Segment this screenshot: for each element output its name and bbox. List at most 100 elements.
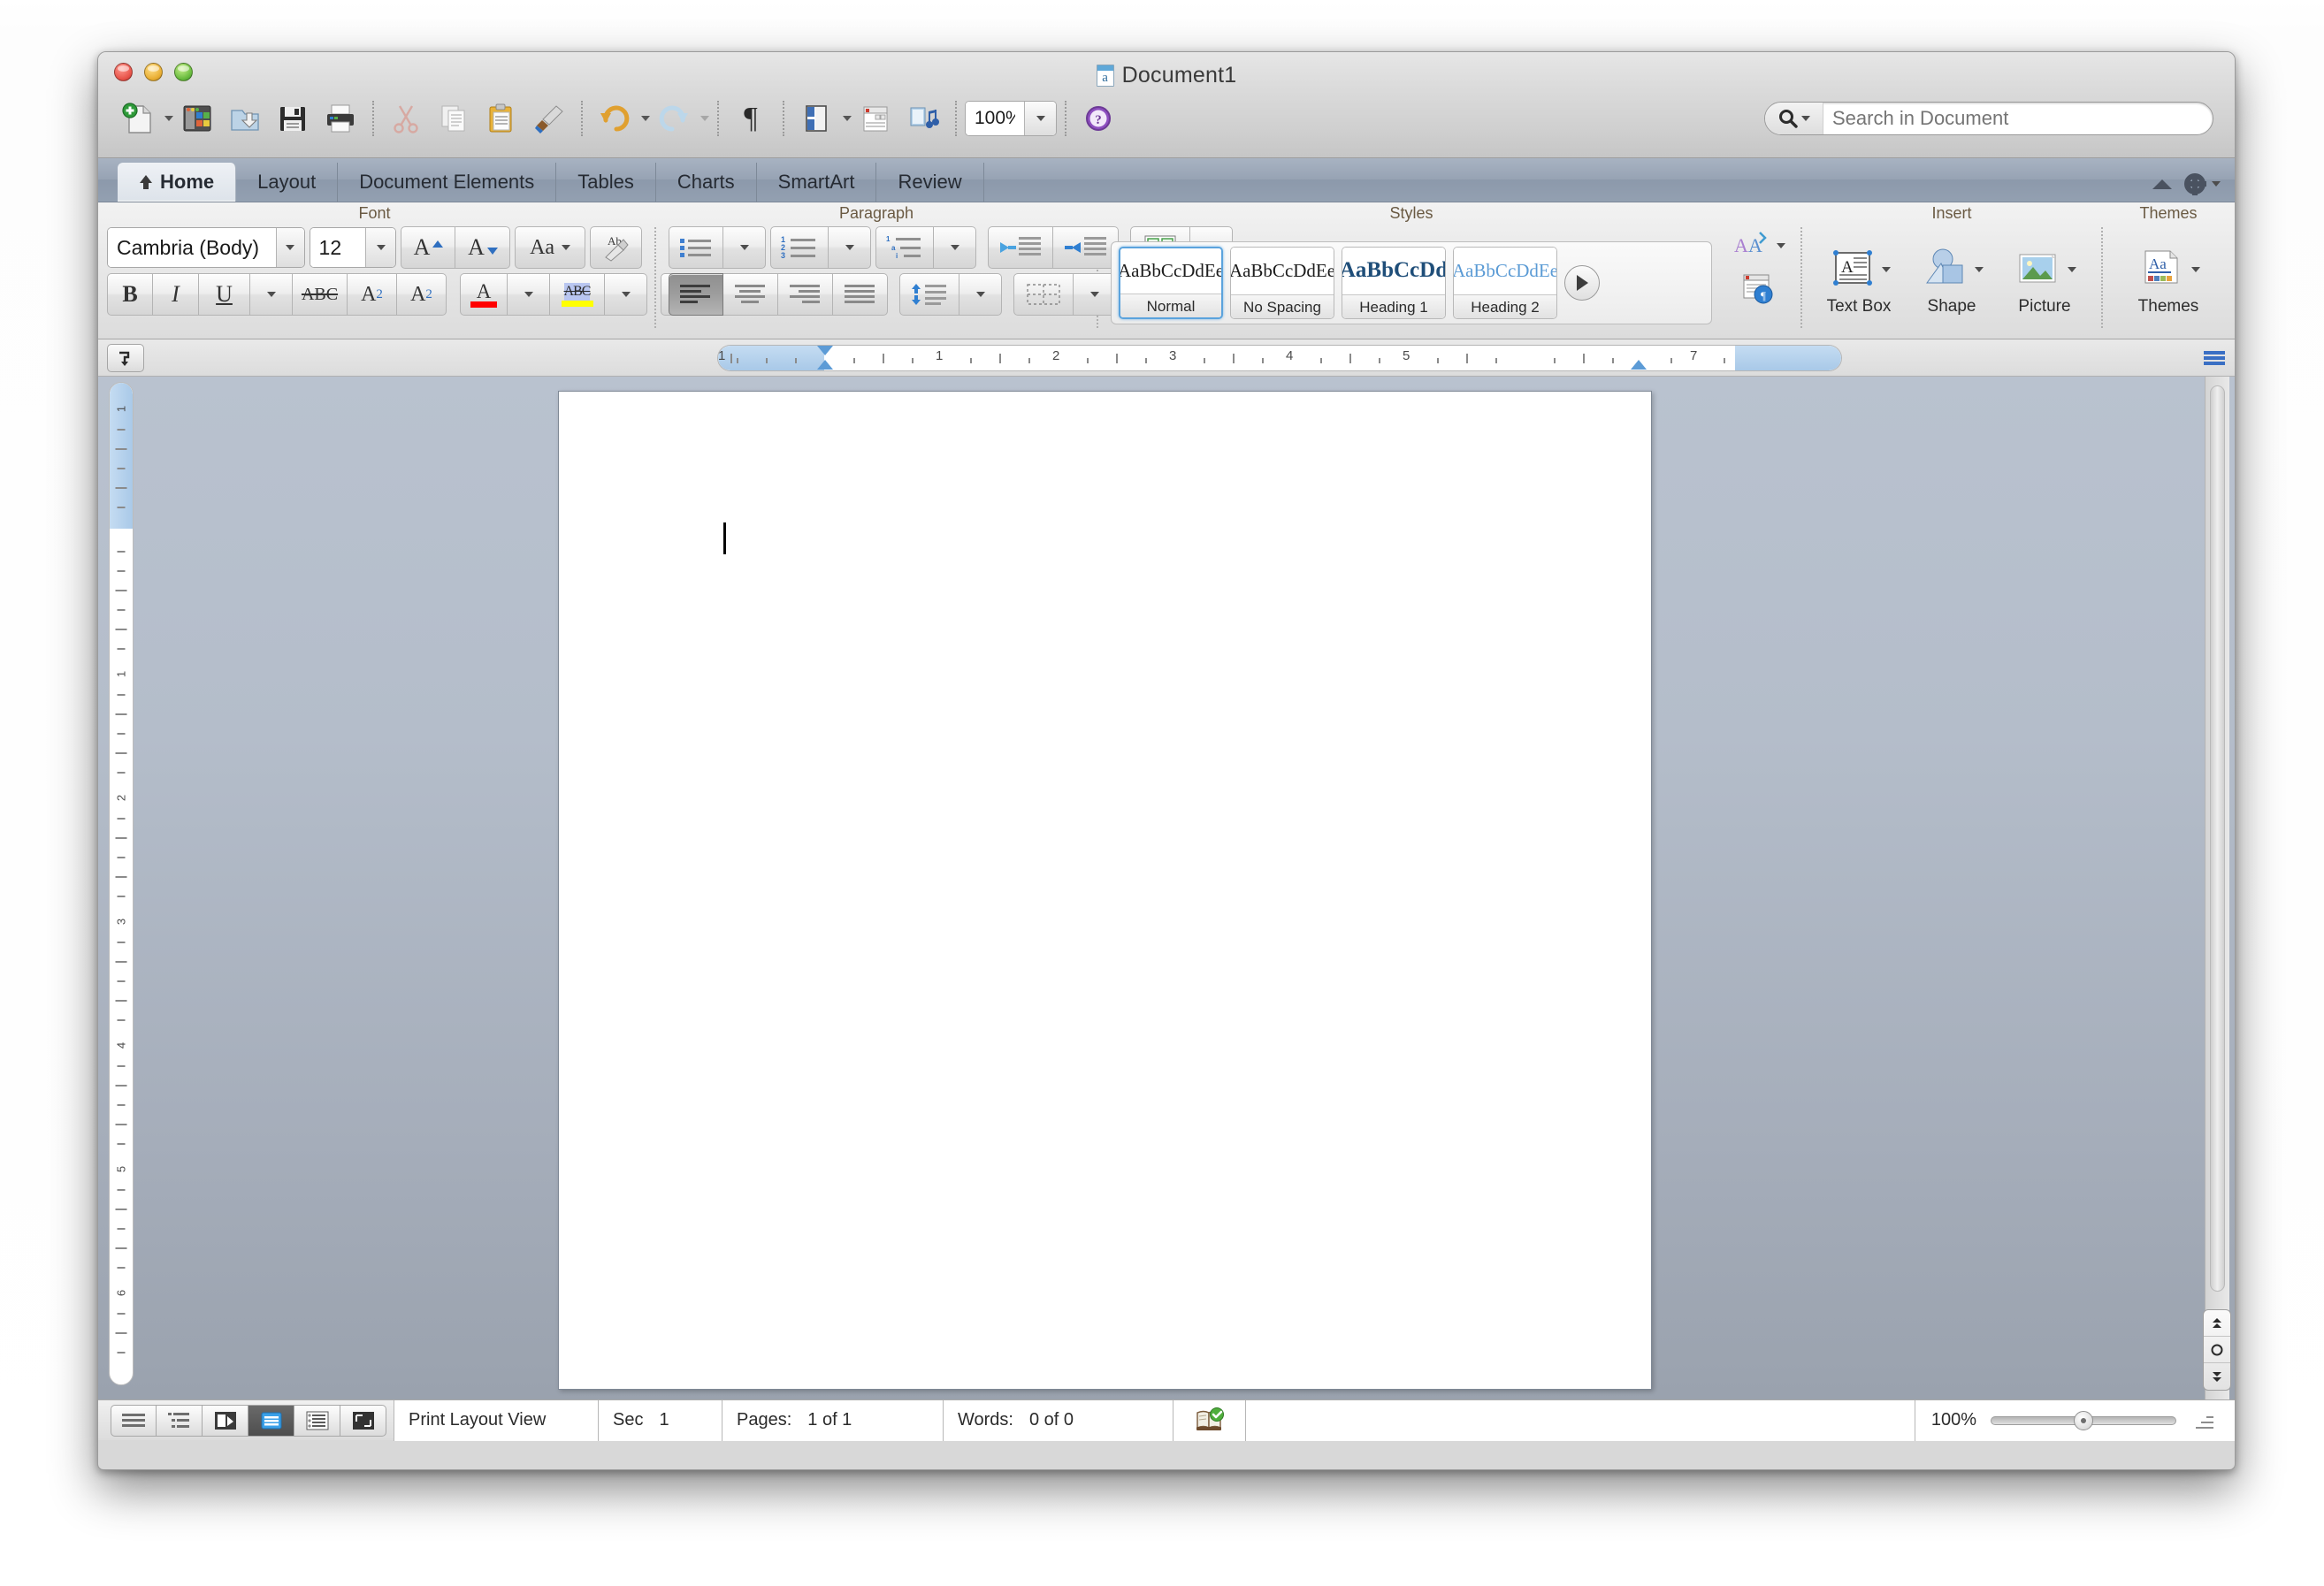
insert-shape-button[interactable]: Shape	[1907, 244, 1996, 316]
vertical-ruler[interactable]: 1 1 2 3 4 5 6	[109, 382, 134, 1385]
full-screen-view-button[interactable]	[340, 1404, 386, 1437]
first-line-indent-marker[interactable]	[817, 345, 833, 355]
highlight-button[interactable]: ABC	[550, 273, 605, 316]
multilevel-list-dropdown[interactable]	[934, 226, 976, 269]
style-normal[interactable]: AaBbCcDdEe Normal	[1119, 246, 1223, 319]
change-case-button[interactable]: Aa	[515, 226, 585, 269]
gear-icon[interactable]	[2184, 173, 2206, 195]
select-browse-object-button[interactable]	[2204, 1337, 2230, 1363]
clear-formatting-button[interactable]: Ab	[589, 226, 642, 269]
font-family-combo[interactable]	[107, 227, 305, 268]
bullets-button[interactable]	[669, 226, 723, 269]
undo-button[interactable]	[591, 96, 638, 141]
tab-home[interactable]: Home	[118, 163, 237, 202]
style-no-spacing[interactable]: AaBbCcDdEe No Spacing	[1230, 246, 1334, 319]
font-size-input[interactable]	[310, 228, 365, 267]
media-browser-button[interactable]	[899, 96, 947, 141]
styles-pane-button[interactable]: ¶	[1738, 269, 1780, 308]
align-right-button[interactable]	[778, 273, 833, 316]
spelling-status-cell[interactable]	[1173, 1399, 1245, 1441]
tab-tables[interactable]: Tables	[556, 163, 656, 202]
format-painter-button[interactable]	[525, 96, 573, 141]
line-spacing-button[interactable]	[899, 273, 959, 316]
line-spacing-dropdown[interactable]	[959, 273, 1002, 316]
help-button[interactable]: ?	[1074, 96, 1122, 141]
cut-button[interactable]	[382, 96, 430, 141]
superscript-button[interactable]: A2	[348, 273, 397, 316]
tab-smartart[interactable]: SmartArt	[757, 163, 877, 202]
new-document-button[interactable]	[114, 96, 162, 141]
publishing-layout-view-button[interactable]	[203, 1404, 248, 1437]
style-heading-2[interactable]: AaBbCcDdEe Heading 2	[1453, 246, 1557, 319]
underline-button[interactable]: U	[199, 273, 250, 316]
template-gallery-button[interactable]	[173, 96, 221, 141]
zoom-slider[interactable]	[1991, 1410, 2176, 1430]
decrease-indent-button[interactable]	[988, 226, 1053, 269]
right-indent-marker[interactable]	[1631, 359, 1647, 370]
font-color-button[interactable]: A	[460, 273, 508, 316]
vertical-scrollbar-thumb[interactable]	[2210, 385, 2225, 1292]
draft-view-button[interactable]	[111, 1404, 157, 1437]
search-input[interactable]	[1823, 103, 2213, 134]
show-formatting-marks-button[interactable]: ¶	[727, 96, 775, 141]
manage-styles-button[interactable]: A A	[1733, 226, 1785, 265]
strikethrough-button[interactable]: ABC	[293, 273, 348, 316]
vertical-scrollbar[interactable]	[2205, 377, 2229, 1399]
numbering-button[interactable]: 123	[770, 226, 829, 269]
highlight-dropdown[interactable]	[605, 273, 647, 316]
picture-dropdown-icon[interactable]	[2068, 266, 2076, 272]
print-button[interactable]	[317, 96, 364, 141]
bullets-dropdown[interactable]	[723, 226, 766, 269]
shape-dropdown-icon[interactable]	[1975, 266, 1984, 272]
horizontal-ruler[interactable]: 1 1 2 3 4 5 7	[717, 344, 1842, 371]
text-box-dropdown-icon[interactable]	[1882, 266, 1891, 272]
style-heading-1[interactable]: AaBbCcDd Heading 1	[1342, 246, 1446, 319]
notebook-button[interactable]	[852, 96, 899, 141]
numbering-dropdown[interactable]	[829, 226, 871, 269]
tab-document-elements[interactable]: Document Elements	[338, 163, 557, 202]
font-family-dropdown[interactable]	[276, 228, 304, 267]
bold-button[interactable]: B	[107, 273, 153, 316]
italic-button[interactable]: I	[153, 273, 199, 316]
notebook-layout-view-button[interactable]	[294, 1404, 340, 1437]
tab-layout[interactable]: Layout	[236, 163, 339, 202]
tab-charts[interactable]: Charts	[656, 163, 757, 202]
zoom-level-combo[interactable]	[965, 101, 1057, 136]
redo-dropdown-icon[interactable]	[700, 116, 709, 121]
font-color-dropdown[interactable]	[508, 273, 550, 316]
align-center-button[interactable]	[723, 273, 778, 316]
align-left-button[interactable]	[669, 273, 723, 316]
font-family-input[interactable]	[108, 228, 276, 267]
chevron-up-icon[interactable]	[2152, 179, 2172, 189]
sidebar-dropdown-icon[interactable]	[843, 116, 852, 121]
search-scope-dropdown-icon[interactable]	[1801, 116, 1810, 121]
shrink-font-button[interactable]: A	[455, 226, 511, 269]
justify-button[interactable]	[833, 273, 888, 316]
search-box[interactable]	[1764, 102, 2213, 135]
document-page[interactable]	[558, 391, 1652, 1390]
zoom-slider-handle[interactable]	[2074, 1410, 2093, 1430]
outline-view-button[interactable]	[157, 1404, 203, 1437]
paste-button[interactable]	[478, 96, 525, 141]
change-case-dropdown-icon[interactable]	[562, 245, 571, 250]
themes-dropdown-icon[interactable]	[2191, 266, 2200, 272]
tab-stop-selector[interactable]	[107, 343, 144, 372]
save-file-button[interactable]	[269, 96, 317, 141]
multilevel-list-button[interactable]: 1ai	[875, 226, 934, 269]
hanging-indent-marker[interactable]	[817, 359, 833, 370]
previous-page-button[interactable]	[2204, 1310, 2230, 1337]
open-file-button[interactable]	[221, 96, 269, 141]
styles-more-button[interactable]	[1564, 264, 1600, 301]
subscript-button[interactable]: A2	[397, 273, 447, 316]
new-document-dropdown-icon[interactable]	[164, 116, 173, 121]
grow-font-button[interactable]: A	[401, 226, 456, 269]
undo-dropdown-icon[interactable]	[641, 116, 650, 121]
zoom-level-dropdown[interactable]	[1024, 102, 1056, 135]
search-icon[interactable]	[1765, 103, 1823, 134]
resize-grip[interactable]	[2190, 1409, 2213, 1432]
font-size-combo[interactable]	[309, 227, 397, 268]
underline-dropdown[interactable]	[250, 273, 293, 316]
tab-review[interactable]: Review	[876, 163, 984, 202]
redo-button[interactable]	[650, 96, 698, 141]
chevron-down-icon[interactable]	[2212, 181, 2221, 187]
